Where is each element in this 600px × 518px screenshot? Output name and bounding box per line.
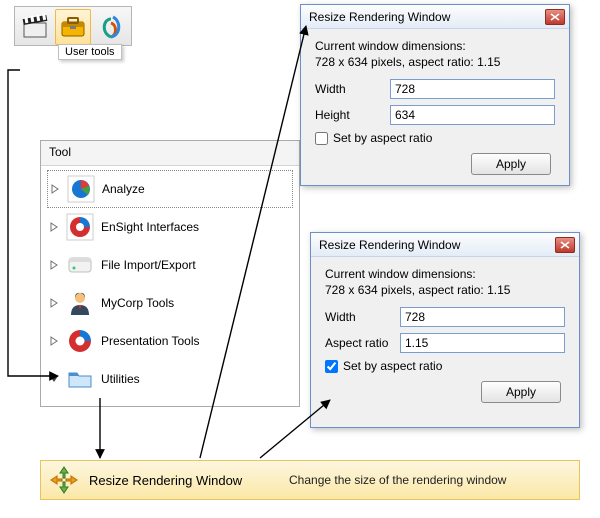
chevron-right-icon[interactable]: [49, 336, 59, 346]
tree-item-label: File Import/Export: [101, 258, 196, 272]
close-icon: [560, 241, 570, 249]
tree-item-label: Utilities: [101, 372, 140, 386]
tool-tree-header: Tool: [41, 141, 299, 166]
tree-item-mycorp-tools[interactable]: MyCorp Tools: [47, 284, 293, 322]
close-button[interactable]: [545, 9, 565, 25]
width-input[interactable]: [400, 307, 565, 327]
folder-icon: [65, 364, 95, 394]
width-label: Width: [315, 82, 390, 96]
tree-item-label: MyCorp Tools: [101, 296, 174, 310]
resize-arrows-icon: [49, 465, 79, 495]
dialog-title: Resize Rendering Window: [319, 238, 555, 252]
chevron-right-icon[interactable]: [49, 222, 59, 232]
chevron-right-icon[interactable]: [49, 260, 59, 270]
tree-item-file-import-export[interactable]: File Import/Export: [47, 246, 293, 284]
main-toolbar: [14, 6, 132, 46]
drive-icon: [65, 250, 95, 280]
tool-tree: Analyze EnSight Interfaces File Import/E…: [41, 166, 299, 406]
current-dimensions-value: 728 x 634 pixels, aspect ratio: 1.15: [325, 283, 565, 297]
height-label: Height: [315, 108, 390, 122]
tree-item-utilities[interactable]: Utilities: [47, 360, 293, 398]
person-icon: [65, 288, 95, 318]
tree-item-presentation-tools[interactable]: Presentation Tools: [47, 322, 293, 360]
utility-item-name: Resize Rendering Window: [89, 473, 279, 488]
aspect-ratio-checkbox[interactable]: [315, 132, 328, 145]
tree-item-analyze[interactable]: Analyze: [47, 170, 293, 208]
close-button[interactable]: [555, 237, 575, 253]
tree-item-label: Analyze: [102, 182, 145, 196]
aspect-ratio-label: Aspect ratio: [325, 336, 400, 350]
resize-rendering-window-dialog-height: Resize Rendering Window Current window d…: [300, 4, 570, 186]
chevron-right-icon[interactable]: [49, 298, 59, 308]
dialog-titlebar[interactable]: Resize Rendering Window: [311, 233, 579, 257]
apply-button[interactable]: Apply: [471, 153, 551, 175]
apply-button[interactable]: Apply: [481, 381, 561, 403]
ensight-c-icon: [65, 326, 95, 356]
chevron-right-icon[interactable]: [50, 184, 60, 194]
aspect-ratio-checkbox-label[interactable]: Set by aspect ratio: [343, 359, 442, 373]
current-dimensions-value: 728 x 634 pixels, aspect ratio: 1.15: [315, 55, 555, 69]
tree-item-label: EnSight Interfaces: [101, 220, 199, 234]
user-tools-button[interactable]: [55, 9, 91, 45]
current-dimensions-label: Current window dimensions:: [325, 267, 565, 281]
tool-tree-panel: Tool Analyze EnSight Interfaces File Imp…: [40, 140, 300, 407]
aspect-ratio-input[interactable]: [400, 333, 565, 353]
width-input[interactable]: [390, 79, 555, 99]
aspect-ratio-checkbox[interactable]: [325, 360, 338, 373]
utility-item-description: Change the size of the rendering window: [289, 473, 506, 487]
resize-rendering-window-dialog-aspect: Resize Rendering Window Current window d…: [310, 232, 580, 428]
chevron-down-icon[interactable]: [49, 374, 59, 384]
width-label: Width: [325, 310, 400, 324]
dialog-title: Resize Rendering Window: [309, 10, 545, 24]
tree-item-label: Presentation Tools: [101, 334, 200, 348]
aspect-ratio-checkbox-label[interactable]: Set by aspect ratio: [333, 131, 432, 145]
ensight-icon: [65, 212, 95, 242]
dialog-titlebar[interactable]: Resize Rendering Window: [301, 5, 569, 29]
user-tools-tooltip: User tools: [58, 44, 122, 60]
height-input[interactable]: [390, 105, 555, 125]
utility-item-resize-rendering-window[interactable]: Resize Rendering Window Change the size …: [40, 460, 580, 500]
pie-chart-icon: [66, 174, 96, 204]
close-icon: [550, 13, 560, 21]
clapper-button[interactable]: [17, 9, 53, 45]
current-dimensions-label: Current window dimensions:: [315, 39, 555, 53]
tree-item-ensight-interfaces[interactable]: EnSight Interfaces: [47, 208, 293, 246]
swirl-button[interactable]: [93, 9, 129, 45]
